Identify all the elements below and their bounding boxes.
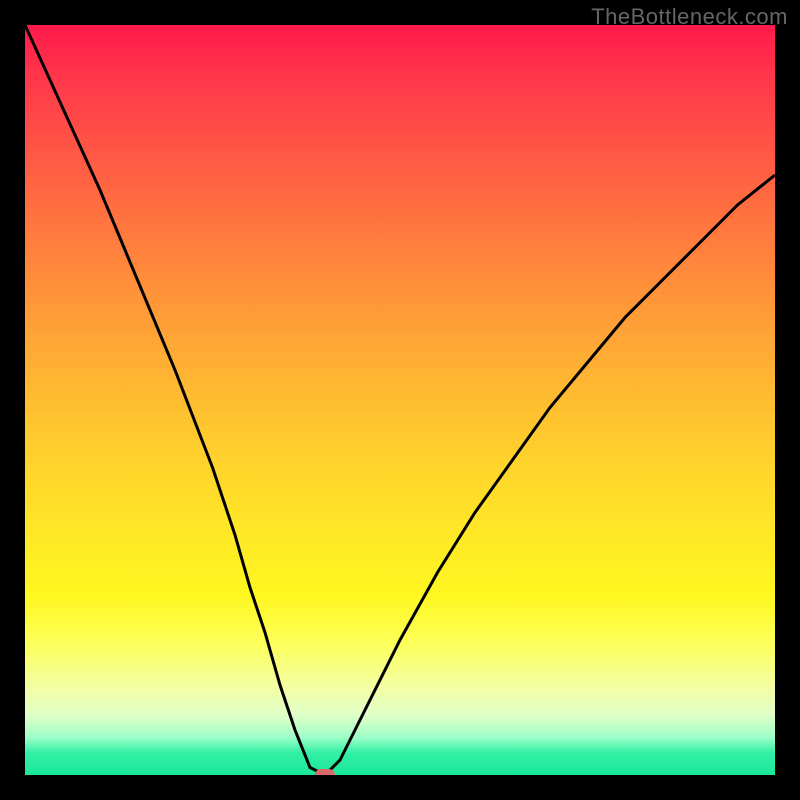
chart-frame: TheBottleneck.com: [0, 0, 800, 800]
bottleneck-curve: [25, 25, 775, 775]
optimum-marker: [315, 769, 335, 775]
curve-path: [25, 25, 775, 775]
plot-area: [25, 25, 775, 775]
